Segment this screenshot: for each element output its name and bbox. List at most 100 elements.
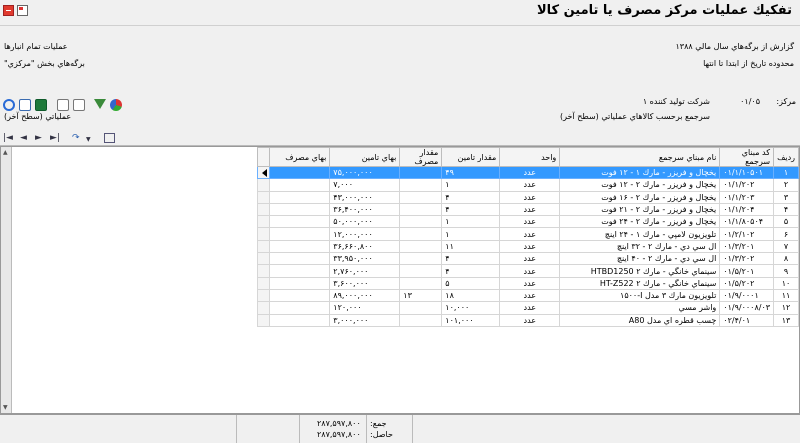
table-row[interactable]: ١٢ ٠١/٩/٠٠٠٨/٠٣ واشر مسي عدد ١٠,٠٠٠ ١٢٠,٠٠٠ [257, 301, 799, 315]
column-header[interactable]: رديف [773, 147, 799, 167]
row-indicator[interactable] [257, 215, 271, 229]
table-row[interactable]: ۶ ٠١/٢/١٠٢ تلويزيون لامپي - مارك ١ - ٢۴ اي… [257, 227, 799, 241]
row-indicator[interactable] [257, 276, 271, 290]
column-header[interactable]: بهاي مصرف [269, 147, 331, 167]
table-cell [269, 239, 331, 254]
table-cell: ۶ [773, 227, 799, 241]
table-cell: ١ [441, 178, 501, 192]
table-cell [269, 288, 331, 303]
table-cell: عدد [499, 165, 561, 180]
refresh-icon[interactable] [3, 99, 15, 111]
restore-button[interactable] [17, 5, 28, 16]
row-indicator[interactable] [257, 227, 271, 241]
table-cell: ٠٢/۴/٠١ [719, 313, 775, 327]
table-cell: ٠١/١/٢٠۴ [719, 202, 775, 217]
table-cell [269, 276, 331, 290]
row-indicator[interactable] [257, 178, 271, 192]
print-preview-icon[interactable] [57, 99, 69, 111]
table-row[interactable]: ١٣ ٠٢/۴/٠١ چسب قطره اي مدل A80 عدد ١٠١,٠٠٠ ٣,… [257, 313, 799, 327]
filter-icon[interactable] [94, 99, 106, 109]
table-cell: ١٠ [773, 276, 799, 290]
column-header[interactable]: نام مبناي سرجمع [559, 147, 721, 167]
table-cell: ٧۵,٠٠٠,٠٠٠ [329, 165, 401, 180]
table-row[interactable]: ٣ ٠١/١/٢٠٣ يخچال و فريزر - مارك ٢ - ١۶ فوت… [257, 190, 799, 204]
row-indicator[interactable] [257, 165, 271, 180]
row-indicator[interactable] [257, 252, 271, 266]
row-indicator[interactable] [257, 264, 271, 278]
next-icon[interactable]: ► [35, 133, 42, 143]
table-cell: عدد [499, 190, 561, 204]
table-cell: يخچال و فريزر - مارك ٢ - ١۶ فوت [559, 190, 721, 204]
table-cell [269, 178, 331, 192]
footer-divider [299, 415, 300, 443]
table-row[interactable]: ٨ ٠١/٣/٢٠٢ ال سي دي - مارك ٢ - ۴٠ اينچ عدد ۴… [257, 252, 799, 266]
layout-icon[interactable] [104, 133, 115, 143]
table-row[interactable]: ٩ ٠١/۵/٢٠١ سينماي خانگي - مارك ٢ HTBD1250 ع… [257, 264, 799, 278]
table-cell: يخچال و فريزر - مارك ٢ - ٢۴ فوت [559, 215, 721, 229]
table-row[interactable]: ١ ٠١/١/١٠۵٠١ يخچال و فريزر - مارك ١ - ١٢ ف… [257, 165, 799, 180]
table-cell [399, 202, 443, 217]
row-indicator[interactable] [257, 202, 271, 217]
column-header[interactable]: مقدار تامين [441, 147, 501, 167]
scroll-up-icon[interactable]: ▲ [3, 149, 8, 156]
table-cell: ٠١/١/٢٠٢ [719, 178, 775, 192]
column-header[interactable]: مقدار مصرف [399, 147, 443, 167]
table-cell: ٠١/۵/٢٠١ [719, 264, 775, 278]
table-cell: ١٠,٠٠٠ [441, 301, 501, 315]
row-indicator[interactable] [257, 301, 271, 315]
table-cell: سينماي خانگي - مارك ٢ HTBD1250 [559, 264, 721, 278]
table-row[interactable]: ١١ ٠١/٩/٠٠٠١ تلويزيون مارك ٣ مدل I-١۵٠٠ عدد… [257, 288, 799, 303]
results-table: رديف كد مبناي سرجمع نام مبناي سرجمع واحد مقد… [257, 147, 799, 327]
scroll-down-icon[interactable]: ▼ [3, 404, 8, 411]
table-cell: ٨ [773, 252, 799, 266]
first-icon[interactable]: |◄ [3, 133, 13, 143]
chart-icon[interactable] [110, 99, 122, 111]
column-header[interactable]: كد مبناي سرجمع [719, 147, 775, 167]
column-header[interactable]: بهاي تامين [329, 147, 401, 167]
table-row[interactable]: ۵ ٠١/١/٨٠۵٠۴ يخچال و فريزر - مارك ٢ - ٢۴ ف… [257, 215, 799, 229]
table-cell: ١ [773, 165, 799, 180]
table-cell [269, 301, 331, 315]
row-indicator[interactable] [257, 190, 271, 204]
table-cell: عدد [499, 178, 561, 192]
table-header-row: رديف كد مبناي سرجمع نام مبناي سرجمع واحد مقد… [257, 147, 799, 167]
table-cell: عدد [499, 215, 561, 229]
table-row[interactable]: ٧ ٠١/٣/٢٠١ ال سي دي - مارك ٢ - ٣٢ اينچ عدد ١… [257, 239, 799, 254]
table-cell [269, 202, 331, 217]
row-indicator[interactable] [257, 288, 271, 303]
table-row[interactable]: ۴ ٠١/١/٢٠۴ يخچال و فريزر - مارك ٢ - ٢١ فوت… [257, 202, 799, 217]
table-row[interactable]: ٢ ٠١/١/٢٠٢ يخچال و فريزر - مارك ٢ - ١٢ فوت… [257, 178, 799, 192]
copy-icon[interactable] [19, 99, 31, 111]
table-cell: ۵٠,٠٠٠,٠٠٠ [329, 215, 401, 229]
prev-icon[interactable]: ◄ [20, 133, 27, 143]
column-header[interactable]: واحد [499, 147, 561, 167]
table-cell: يخچال و فريزر - مارك ١ - ١٢ فوت [559, 165, 721, 180]
table-cell: ١١ [773, 288, 799, 303]
dropdown-icon[interactable]: ▼ [86, 135, 91, 145]
sum-label: جمع: [370, 419, 387, 428]
row-indicator[interactable] [257, 313, 271, 327]
table-cell: ٠١/۵/٢٠٢ [719, 276, 775, 290]
table-cell: عدد [499, 202, 561, 217]
table-row[interactable]: ١٠ ٠١/۵/٢٠٢ سينماي خانگي - مارك ٢ HT-Z522 ع… [257, 276, 799, 290]
table-cell: ١٣ [773, 313, 799, 327]
footer-divider [412, 415, 413, 443]
table-cell: ٨٩,٠٠٠,٠٠٠ [329, 288, 401, 303]
export-icon[interactable] [73, 99, 85, 111]
date-range-label: محدوده تاريخ از ابتدا تا انتها [703, 59, 794, 68]
table-cell [269, 264, 331, 278]
table-cell: ال سي دي - مارك ٢ - ۴٠ اينچ [559, 252, 721, 266]
close-button[interactable] [3, 5, 14, 16]
table-cell: ۴ [441, 190, 501, 204]
table-cell: ٧ [773, 239, 799, 254]
table-cell: ۵ [773, 215, 799, 229]
vertical-scrollbar[interactable]: ▲ ▼ [1, 147, 12, 413]
drill-icon[interactable]: ↷ [72, 133, 80, 143]
excel-icon[interactable] [35, 99, 47, 111]
row-indicator[interactable] [257, 239, 271, 254]
table-cell: ۴ [441, 252, 501, 266]
table-cell: سينماي خانگي - مارك ٢ HT-Z522 [559, 276, 721, 290]
navigation-bar: |◄ ◄ ► ►| ↷ ▼ [0, 130, 800, 146]
last-icon[interactable]: ►| [50, 133, 60, 143]
table-cell: ١١ [441, 239, 501, 254]
